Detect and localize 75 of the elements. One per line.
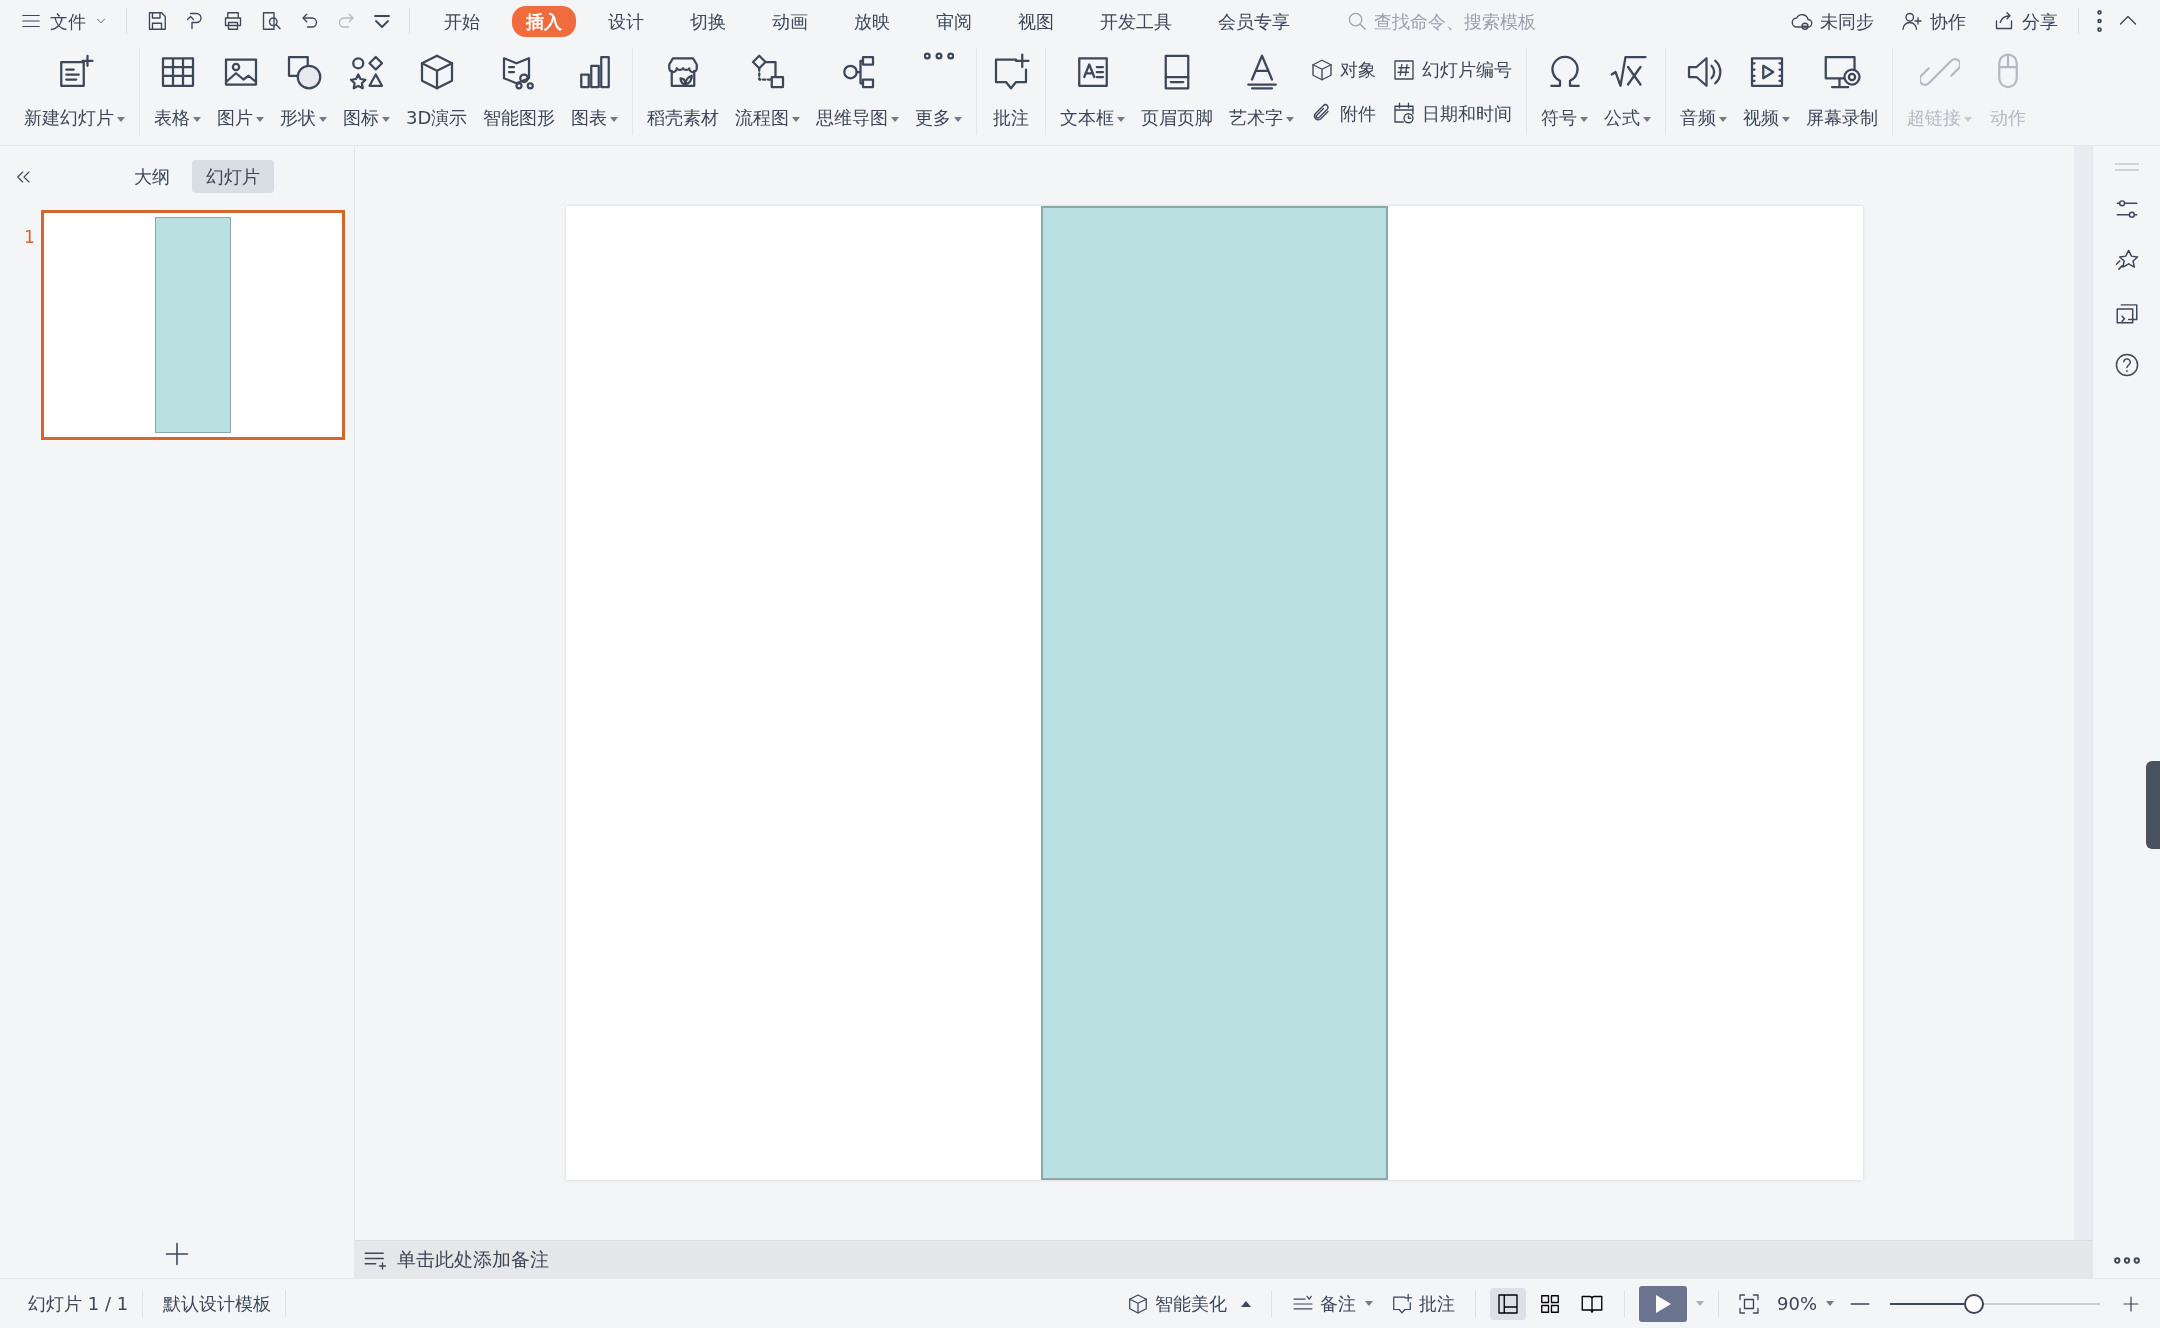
slide-counter: 幻灯片 1 / 1 xyxy=(14,1290,144,1317)
comment-icon xyxy=(1391,1292,1413,1315)
ribbon-button[interactable]: 屏幕录制 xyxy=(1798,48,1887,135)
cube-icon xyxy=(1127,1292,1149,1315)
ribbon-button[interactable]: 图标 xyxy=(335,48,398,135)
ribbon-button[interactable]: 流程图 xyxy=(727,48,809,135)
notes-field[interactable]: 单击此处添加备注 xyxy=(395,1244,795,1275)
ribbon-button[interactable]: 稻壳素材 xyxy=(639,48,728,135)
caret-icon xyxy=(1696,1301,1704,1306)
ribbon-button[interactable]: 新建幻灯片 xyxy=(16,48,133,135)
file-menu[interactable]: 文件 xyxy=(16,5,112,37)
caret-icon xyxy=(1365,1301,1373,1306)
zoom-level-button[interactable]: 90% xyxy=(1771,1288,1840,1319)
search-icon xyxy=(1346,10,1368,32)
ribbon-button[interactable]: 形状 xyxy=(272,48,335,135)
ribbon-button[interactable]: 更多 xyxy=(907,48,971,135)
zoom-slider-thumb[interactable] xyxy=(1964,1293,1984,1314)
ribbon-button[interactable]: 图表 xyxy=(563,48,627,135)
ribbon-button[interactable]: 图片 xyxy=(209,48,272,135)
slide-number: 1 xyxy=(24,226,32,249)
help-icon xyxy=(2113,352,2140,378)
ribbon-button[interactable]: 表格 xyxy=(146,48,209,135)
customize-icon xyxy=(373,13,391,29)
more-icon xyxy=(2097,10,2102,32)
top-action[interactable]: 未同步 xyxy=(1784,5,1880,37)
menu-tab[interactable]: 开发工具 xyxy=(1086,5,1186,37)
ribbon-button[interactable]: 音频 xyxy=(1672,48,1736,135)
ribbon-button[interactable]: 日期和时间 xyxy=(1388,97,1517,129)
ribbon-button[interactable]: 公式 xyxy=(1596,48,1660,135)
cube-icon xyxy=(1310,57,1335,82)
minus-icon xyxy=(1850,1301,1870,1306)
normal-view-icon xyxy=(1496,1291,1520,1316)
slide-thumbnail[interactable] xyxy=(44,213,342,437)
ribbon-button[interactable]: 3D演示 xyxy=(398,48,476,135)
ribbon-button[interactable]: 附件 xyxy=(1306,97,1381,129)
view-button[interactable] xyxy=(1490,1287,1526,1320)
menu-tab[interactable]: 设计 xyxy=(594,5,658,37)
ribbon-button[interactable]: 批注 xyxy=(983,48,1040,135)
panel-tab[interactable]: 大纲 xyxy=(120,160,184,193)
more-dots-icon xyxy=(2113,1257,2140,1264)
menu-tab[interactable]: 开始 xyxy=(430,5,494,37)
ribbon-button[interactable]: 符号 xyxy=(1533,48,1597,135)
ribbon-button[interactable]: 页眉页脚 xyxy=(1133,48,1222,135)
notes-button[interactable]: 备注 xyxy=(1286,1288,1379,1319)
comments-button[interactable]: 批注 xyxy=(1385,1288,1461,1319)
more-dots-icon xyxy=(923,52,954,60)
top-action[interactable]: 分享 xyxy=(1986,5,2064,37)
drag-handle-icon[interactable] xyxy=(2113,162,2140,172)
menu-tab[interactable]: 切换 xyxy=(676,5,740,37)
ribbon-button[interactable]: 对象 xyxy=(1306,54,1381,86)
beautify-button[interactable]: 智能美化 xyxy=(1121,1288,1257,1319)
ribbon-button[interactable]: 思维导图 xyxy=(808,48,908,135)
play-button[interactable] xyxy=(1639,1285,1687,1322)
calendar-icon xyxy=(1392,101,1417,126)
caret-icon xyxy=(1826,1301,1834,1306)
menu-tab[interactable]: 视图 xyxy=(1004,5,1068,37)
menu-tab[interactable]: 动画 xyxy=(758,5,822,37)
ribbon-button[interactable]: 文本框 xyxy=(1052,48,1134,135)
panel-tab[interactable]: 幻灯片 xyxy=(192,160,274,193)
plus-icon xyxy=(163,1240,191,1268)
ribbon-button[interactable]: 视频 xyxy=(1735,48,1799,135)
ribbon-button[interactable]: 艺术字 xyxy=(1221,48,1303,135)
menu-tab[interactable]: 放映 xyxy=(840,5,904,37)
play-icon xyxy=(1654,1293,1672,1314)
scrollbar[interactable] xyxy=(2074,146,2092,1240)
menu-tab[interactable]: 审阅 xyxy=(922,5,986,37)
fit-window-icon xyxy=(1737,1291,1761,1316)
caret-up-icon xyxy=(1241,1300,1251,1307)
ribbon-button[interactable]: 幻灯片编号 xyxy=(1388,54,1517,86)
search-field[interactable]: 查找命令、搜索模板 xyxy=(1372,6,1632,36)
hash-icon xyxy=(1392,57,1417,82)
ribbon-button[interactable]: 智能图形 xyxy=(475,48,564,135)
top-action[interactable]: 协作 xyxy=(1894,5,1972,37)
template-name[interactable]: 默认设计模板 xyxy=(149,1290,287,1317)
menu-tab[interactable]: 会员专享 xyxy=(1204,5,1304,37)
